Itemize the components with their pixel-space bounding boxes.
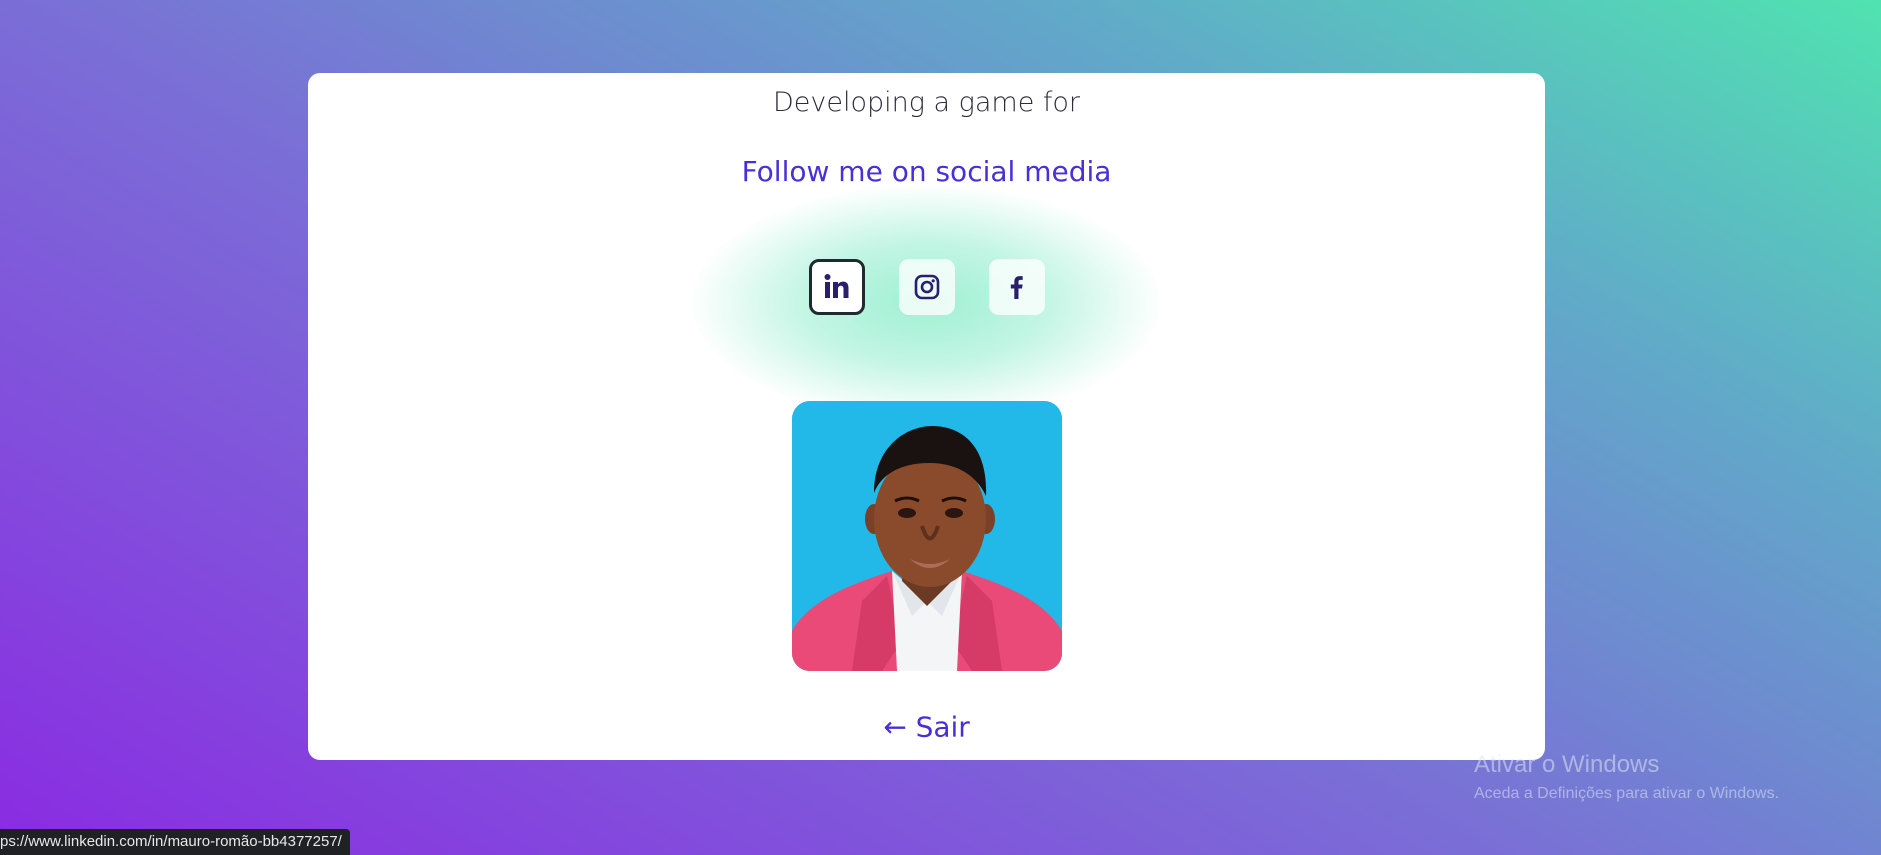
profile-portrait-image bbox=[792, 401, 1062, 671]
windows-activation-watermark: Ativar o Windows Aceda a Definições para… bbox=[1474, 751, 1779, 803]
instagram-button[interactable] bbox=[898, 259, 955, 315]
link-status-bar: ps://www.linkedin.com/in/mauro-romão-bb4… bbox=[0, 829, 350, 855]
linkedin-button[interactable] bbox=[808, 259, 865, 315]
profile-photo bbox=[792, 401, 1062, 671]
social-links bbox=[308, 259, 1545, 315]
headline-text: Developing a game for bbox=[772, 87, 1081, 118]
facebook-icon bbox=[1010, 276, 1023, 299]
status-url: ps://www.linkedin.com/in/mauro-romão-bb4… bbox=[0, 833, 342, 850]
watermark-subtitle: Aceda a Definições para ativar o Windows… bbox=[1474, 785, 1780, 802]
facebook-button[interactable] bbox=[988, 259, 1045, 315]
back-link[interactable]: ← Sair bbox=[308, 709, 1545, 744]
instagram-icon bbox=[914, 274, 939, 300]
arrow-left-icon: ← bbox=[883, 710, 907, 744]
linkedin-icon bbox=[824, 274, 848, 298]
back-link-label: Sair bbox=[915, 710, 970, 744]
watermark-title: Ativar o Windows bbox=[1474, 751, 1660, 778]
profile-card: Developing a game for Follow me on socia… bbox=[308, 73, 1545, 760]
